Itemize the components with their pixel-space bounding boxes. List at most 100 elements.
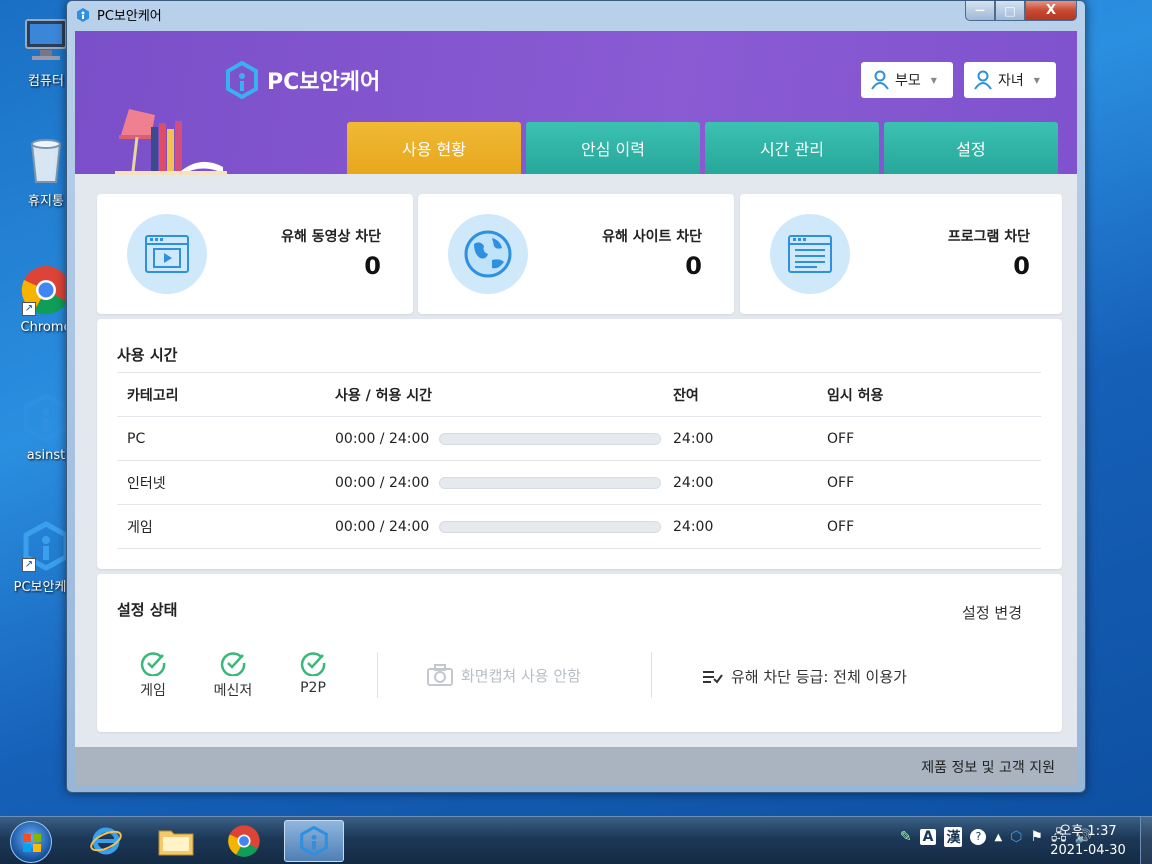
desktop-icon-label: Chrome bbox=[20, 320, 72, 335]
settings-status-card: 설정 상태 설정 변경 게임 메신저 P2P 화면캡쳐 사용 안함 유해 차단 … bbox=[97, 574, 1062, 732]
recycle-bin-icon bbox=[20, 134, 72, 186]
usage-table: 카테고리 사용 / 허용 시간 잔여 임시 허용 PC 00:00 / 24:0… bbox=[117, 372, 1041, 549]
shortcut-arrow-icon: ↗ bbox=[22, 558, 36, 572]
chevron-down-icon: ▼ bbox=[1033, 75, 1040, 85]
check-circle-icon bbox=[300, 652, 326, 676]
divider bbox=[377, 652, 378, 698]
stat-value: 0 bbox=[364, 252, 381, 280]
settings-status-title: 설정 상태 bbox=[117, 601, 178, 619]
desktop-icon-label: asinst bbox=[26, 448, 66, 463]
stat-card-site: 유해 사이트 차단 0 bbox=[418, 194, 734, 314]
role-label: 부모 bbox=[895, 73, 921, 89]
app-shield-icon bbox=[20, 392, 72, 444]
check-p2p: P2P bbox=[283, 650, 343, 696]
brand-name: PC보안케어 bbox=[267, 70, 381, 95]
tab-usage[interactable]: 사용 현황 bbox=[347, 122, 521, 174]
stat-value: 0 bbox=[685, 252, 702, 280]
temp-allow-cell: OFF bbox=[817, 460, 1041, 505]
change-settings-link[interactable]: 설정 변경 bbox=[962, 602, 1022, 623]
time-cell: 00:00 / 24:00 bbox=[325, 460, 663, 505]
camera-icon bbox=[427, 664, 453, 686]
check-messenger: 메신저 bbox=[203, 650, 263, 700]
usage-title: 사용 시간 bbox=[117, 346, 178, 364]
stat-value: 0 bbox=[1013, 252, 1030, 280]
tab-label: 사용 현황 bbox=[402, 140, 466, 159]
child-role-button[interactable]: 자녀 ▼ bbox=[964, 62, 1056, 98]
close-button[interactable]: X bbox=[1025, 1, 1077, 21]
stat-card-video: 유해 동영상 차단 0 bbox=[97, 194, 413, 314]
divider bbox=[651, 652, 652, 698]
desk-lamp-illustration bbox=[115, 109, 227, 175]
tab-settings[interactable]: 설정 bbox=[884, 122, 1058, 174]
stat-title: 유해 사이트 차단 bbox=[602, 229, 702, 245]
column-header: 사용 / 허용 시간 bbox=[325, 372, 663, 417]
column-header: 임시 허용 bbox=[817, 372, 1041, 417]
category-cell: 게임 bbox=[117, 504, 325, 549]
check-label: 게임 bbox=[140, 683, 166, 699]
window-controls: — □ X bbox=[965, 1, 1077, 21]
chevron-down-icon: ▼ bbox=[930, 75, 937, 85]
tab-history[interactable]: 안심 이력 bbox=[526, 122, 700, 174]
list-check-icon bbox=[703, 670, 723, 684]
column-header: 카테고리 bbox=[117, 372, 325, 417]
app-tray-icon[interactable]: ⬡ bbox=[1010, 829, 1022, 845]
desktop-icon-label: 휴지통 bbox=[28, 194, 64, 209]
windows-logo-icon bbox=[23, 834, 41, 852]
user-icon bbox=[974, 70, 992, 90]
tab-time-management[interactable]: 시간 관리 bbox=[705, 122, 879, 174]
taskbar-chrome[interactable] bbox=[214, 820, 274, 862]
time-value: 00:00 / 24:00 bbox=[335, 518, 430, 535]
usage-card: 사용 시간 카테고리 사용 / 허용 시간 잔여 임시 허용 PC 00:00 … bbox=[97, 319, 1062, 569]
show-desktop-button[interactable] bbox=[1140, 817, 1152, 864]
check-game: 게임 bbox=[123, 650, 183, 700]
clock-time: 오후 1:37 bbox=[1059, 824, 1117, 839]
ime-alpha-button[interactable]: A bbox=[919, 829, 937, 845]
maximize-icon: □ bbox=[1004, 3, 1016, 18]
window-titlebar[interactable]: PC보안케어 bbox=[75, 5, 162, 24]
taskbar-pc-security[interactable] bbox=[284, 820, 344, 862]
clock[interactable]: 오후 1:37 2021-04-30 bbox=[1038, 822, 1138, 860]
taskbar-ie[interactable] bbox=[76, 820, 136, 862]
block-grade-status: 유해 차단 등급: 전체 이용가 bbox=[703, 666, 907, 687]
column-header: 잔여 bbox=[663, 372, 817, 417]
help-icon[interactable]: ? bbox=[970, 829, 987, 845]
parent-role-button[interactable]: 부모 ▼ bbox=[861, 62, 953, 98]
computer-icon bbox=[20, 14, 72, 66]
usage-progress-bar bbox=[439, 520, 662, 533]
usage-progress-bar bbox=[439, 432, 662, 445]
remaining-cell: 24:00 bbox=[663, 504, 817, 549]
check-circle-icon bbox=[140, 652, 166, 676]
video-icon bbox=[127, 214, 207, 294]
category-cell: PC bbox=[117, 416, 325, 461]
ime-tools-icon[interactable]: ✎ bbox=[900, 829, 912, 845]
start-button[interactable] bbox=[10, 821, 52, 863]
tray-overflow-icon[interactable]: ▲ bbox=[994, 832, 1002, 843]
desktop-icon-label: 컴퓨터 bbox=[28, 74, 64, 89]
ime-hanja-button[interactable]: 漢 bbox=[944, 827, 963, 847]
tab-label: 시간 관리 bbox=[760, 140, 824, 159]
app-header: PC보안케어 부모 ▼ 자녀 ▼ 사용 현황 안심 이력 시간 관리 설정 bbox=[75, 31, 1077, 175]
minimize-icon: — bbox=[975, 5, 985, 16]
capture-label: 화면캡쳐 사용 안함 bbox=[461, 666, 581, 685]
support-link[interactable]: 제품 정보 및 고객 지원 bbox=[921, 757, 1055, 777]
window-title: PC보안케어 bbox=[97, 9, 162, 24]
tab-label: 안심 이력 bbox=[581, 140, 645, 159]
app-footer: 제품 정보 및 고객 지원 bbox=[75, 747, 1077, 785]
temp-allow-cell: OFF bbox=[817, 416, 1041, 461]
globe-icon bbox=[448, 214, 528, 294]
time-value: 00:00 / 24:00 bbox=[335, 474, 430, 491]
stat-card-program: 프로그램 차단 0 bbox=[740, 194, 1062, 314]
check-label: P2P bbox=[300, 680, 326, 696]
maximize-button[interactable]: □ bbox=[995, 1, 1025, 21]
app-logo-icon bbox=[77, 7, 89, 22]
close-icon: X bbox=[1045, 3, 1057, 18]
taskbar-explorer[interactable] bbox=[146, 820, 206, 862]
remaining-cell: 24:00 bbox=[663, 460, 817, 505]
grade-label: 유해 차단 등급: 전체 이용가 bbox=[731, 668, 907, 686]
time-value: 00:00 / 24:00 bbox=[335, 430, 430, 447]
chrome-icon: ↗ bbox=[20, 264, 72, 316]
table-row: PC 00:00 / 24:00 24:00 OFF bbox=[117, 416, 1041, 461]
app-window: PC보안케어 — □ X PC보안케어 부모 ▼ 자녀 ▼ 사용 현황 안심 이… bbox=[66, 0, 1086, 793]
check-circle-icon bbox=[220, 652, 246, 676]
minimize-button[interactable]: — bbox=[965, 1, 995, 21]
